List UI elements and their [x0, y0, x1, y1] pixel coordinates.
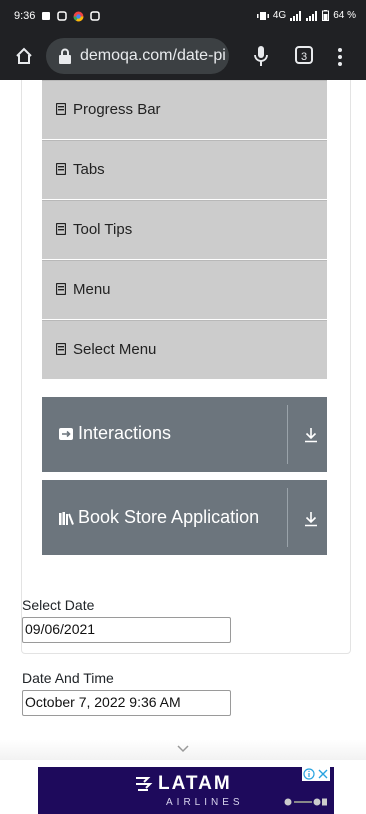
divider: [287, 488, 288, 547]
notification-icon: [42, 12, 51, 20]
browser-toolbar: demoqa.com/date-pic 3: [0, 34, 366, 80]
signal-icon-2: [306, 10, 318, 21]
chrome-icon: [73, 11, 84, 21]
divider: [287, 405, 288, 464]
menu-item-label: Menu: [73, 281, 111, 298]
app-icon: [57, 11, 68, 21]
list-icon: [56, 343, 66, 355]
menu-item-label: Progress Bar: [73, 101, 161, 118]
menu-item-tabs[interactable]: Tabs: [42, 140, 327, 199]
address-bar[interactable]: demoqa.com/date-pic: [46, 38, 229, 74]
menu-item-label: Select Menu: [73, 341, 157, 358]
select-date-input[interactable]: 09/06/2021: [22, 617, 231, 643]
home-icon[interactable]: [14, 46, 34, 66]
tab-count: 3: [300, 51, 308, 63]
group-label: Book Store Application: [78, 507, 260, 527]
list-icon: [56, 163, 66, 175]
ad-partner-icon: [284, 798, 327, 806]
menu-item-label: Tool Tips: [73, 221, 133, 238]
signal-icon: [290, 10, 302, 21]
ad-brand-sub: AIRLINES: [166, 797, 244, 808]
group-label: Interactions: [78, 423, 172, 443]
list-icon: [56, 223, 66, 235]
vibrate-icon: [256, 11, 269, 20]
microphone-icon[interactable]: [254, 45, 268, 67]
status-bar: 9:36 4G 64 %: [0, 0, 366, 34]
tab-switcher-button[interactable]: 3: [295, 46, 313, 64]
ad-brand: LATAM: [158, 773, 232, 794]
select-date-label: Select Date: [22, 597, 95, 613]
battery-level: 64 %: [333, 10, 356, 21]
date-time-input[interactable]: October 7, 2022 9:36 AM: [22, 690, 231, 716]
expand-arrow-icon[interactable]: [304, 427, 318, 443]
ad-banner[interactable]: LATAM AIRLINES: [38, 767, 334, 814]
lock-icon: [59, 48, 71, 64]
status-time: 9:36: [14, 10, 36, 22]
app-icon-2: [90, 11, 101, 21]
chevron-down-icon[interactable]: [177, 745, 189, 753]
page-content: Progress Bar Tabs Tool Tips Menu Select …: [0, 80, 366, 814]
url-text[interactable]: demoqa.com/date-pic: [80, 47, 225, 65]
group-header-book-store[interactable]: Book Store Application: [42, 480, 327, 555]
list-icon: [56, 283, 66, 295]
menu-item-tool-tips[interactable]: Tool Tips: [42, 200, 327, 259]
date-time-label: Date And Time: [22, 670, 114, 686]
battery-icon: [322, 10, 330, 21]
expand-arrow-icon[interactable]: [304, 511, 318, 527]
book-icon: [59, 512, 74, 525]
menu-item-progress-bar[interactable]: Progress Bar: [42, 80, 327, 139]
more-options-icon[interactable]: [336, 46, 344, 68]
list-icon: [56, 103, 66, 115]
group-header-interactions[interactable]: Interactions: [42, 397, 327, 472]
latam-logo-icon: [136, 777, 153, 791]
menu-item-menu[interactable]: Menu: [42, 260, 327, 319]
menu-item-label: Tabs: [73, 161, 105, 178]
ad-info-close-icon[interactable]: [302, 767, 330, 781]
menu-item-select-menu[interactable]: Select Menu: [42, 320, 327, 379]
interactions-icon: [59, 428, 73, 440]
network-type: 4G: [272, 10, 287, 21]
